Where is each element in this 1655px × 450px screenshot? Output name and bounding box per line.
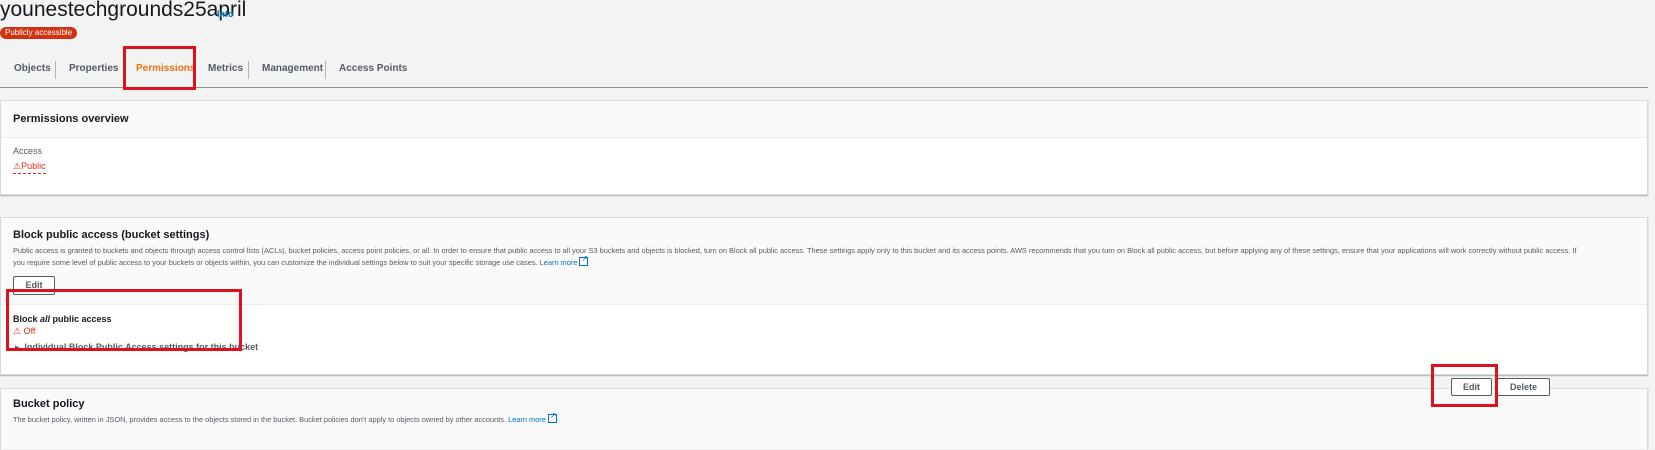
- permissions-overview-header: Permissions overview: [1, 101, 1647, 138]
- external-link-icon: [579, 253, 589, 266]
- tab-bar-underline: [0, 87, 1648, 88]
- description-line-1: Public access is granted to buckets and …: [13, 246, 1577, 255]
- edit-button-highlight: [1431, 364, 1498, 407]
- access-value-text: Public: [21, 161, 46, 171]
- access-label: Access: [13, 146, 43, 156]
- bucket-policy-description: The bucket policy, written in JSON, prov…: [13, 410, 557, 426]
- learn-more-link[interactable]: Learn more: [508, 415, 546, 424]
- block-public-access-header: Block public access (bucket settings) Pu…: [1, 218, 1647, 305]
- tab-properties[interactable]: Properties: [69, 61, 118, 77]
- tab-divider: [248, 61, 249, 79]
- block-public-access-description: Public access is granted to buckets and …: [13, 245, 1643, 269]
- tab-access-points[interactable]: Access Points: [339, 61, 407, 77]
- bucket-policy-panel: Bucket policy The bucket policy, written…: [0, 388, 1648, 450]
- tab-divider: [325, 61, 326, 79]
- permissions-tab-highlight: [123, 46, 196, 90]
- external-link-icon: [547, 410, 557, 423]
- description-line-2: you require some level of public access …: [13, 253, 1643, 269]
- description-line-2-text: you require some level of public access …: [13, 258, 538, 267]
- info-link[interactable]: Info: [217, 9, 234, 19]
- permissions-overview-panel: Permissions overview Access ⚠Public: [0, 100, 1648, 195]
- learn-more-link[interactable]: Learn more: [540, 258, 578, 267]
- permissions-overview-title: Permissions overview: [13, 113, 129, 125]
- block-public-access-panel: Block public access (bucket settings) Pu…: [0, 217, 1648, 375]
- block-all-highlight: [6, 289, 242, 351]
- tab-metrics[interactable]: Metrics: [208, 61, 243, 77]
- tab-divider: [55, 61, 56, 79]
- bucket-policy-description-text: The bucket policy, written in JSON, prov…: [13, 415, 507, 424]
- bucket-policy-title: Bucket policy: [13, 398, 85, 410]
- publicly-accessible-badge: Publicly accessible: [0, 27, 78, 39]
- delete-bucket-policy-button[interactable]: Delete: [1497, 378, 1550, 396]
- access-value[interactable]: ⚠Public: [13, 161, 46, 174]
- block-public-access-title: Block public access (bucket settings): [13, 229, 210, 241]
- tab-management[interactable]: Management: [262, 61, 323, 77]
- warning-icon: ⚠: [13, 161, 22, 171]
- bucket-name-title: younestechgrounds25april: [0, 0, 247, 21]
- tab-objects[interactable]: Objects: [14, 61, 51, 77]
